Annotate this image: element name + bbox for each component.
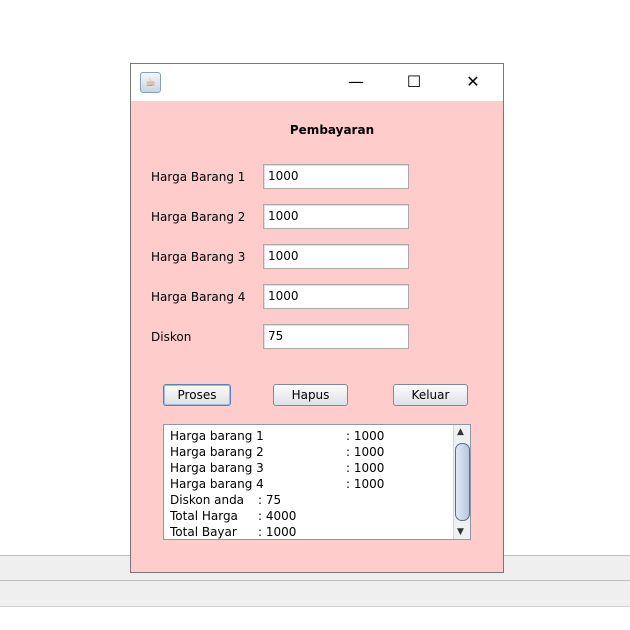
vertical-scrollbar[interactable]: ▲ ▼ — [453, 425, 470, 539]
result-label: Diskon anda — [170, 493, 245, 507]
hapus-button[interactable]: Hapus — [273, 384, 348, 406]
result-value: : 4000 — [258, 509, 297, 523]
close-button[interactable]: ✕ — [458, 70, 488, 94]
diskon-input[interactable]: 75 — [263, 324, 409, 349]
result-line: Total Harga : 4000 — [170, 509, 296, 523]
scrollbar-thumb[interactable] — [455, 443, 470, 521]
maximize-button[interactable]: ☐ — [399, 70, 429, 94]
result-label: Total Bayar — [170, 525, 237, 539]
harga-barang-1-input[interactable]: 1000 — [263, 164, 409, 189]
result-label: Harga barang 2 — [170, 445, 264, 459]
result-value: : 1000 — [346, 461, 385, 475]
result-line: Harga barang 3 : 1000 — [170, 461, 384, 475]
harga-barang-2-input[interactable]: 1000 — [263, 204, 409, 229]
result-line: Total Bayar : 1000 — [170, 525, 296, 539]
field-label: Harga Barang 4 — [151, 290, 246, 304]
field-label: Harga Barang 3 — [151, 250, 246, 264]
result-label: Harga barang 3 — [170, 461, 264, 475]
background-panel-bar — [0, 580, 630, 607]
result-label: Harga barang 1 — [170, 429, 264, 443]
result-line: Harga barang 2 : 1000 — [170, 445, 384, 459]
result-line: Diskon anda : 75 — [170, 493, 281, 507]
result-value: : 75 — [258, 493, 282, 507]
result-value: : 1000 — [346, 429, 385, 443]
result-line: Harga barang 1 : 1000 — [170, 429, 384, 443]
result-textarea[interactable]: Harga barang 1 : 1000 Harga barang 2 : 100… — [163, 424, 471, 540]
page-title: Pembayaran — [289, 123, 375, 137]
result-value: : 1000 — [258, 525, 297, 539]
scroll-up-arrow-icon[interactable]: ▲ — [457, 427, 464, 437]
harga-barang-4-input[interactable]: 1000 — [263, 284, 409, 309]
proses-button[interactable]: Proses — [163, 384, 231, 406]
scroll-down-arrow-icon[interactable]: ▼ — [457, 527, 464, 537]
result-value: : 1000 — [346, 445, 385, 459]
payment-window: ☕ — ☐ ✕ Pembayaran Harga Barang 1 1000 H… — [130, 63, 504, 573]
result-label: Harga barang 4 — [170, 477, 264, 491]
field-label: Harga Barang 2 — [151, 210, 246, 224]
result-line: Harga barang 4 : 1000 — [170, 477, 384, 491]
result-label: Total Harga — [170, 509, 238, 523]
result-value: : 1000 — [346, 477, 385, 491]
java-cup-icon: ☕ — [140, 72, 161, 93]
minimize-button[interactable]: — — [341, 70, 371, 94]
field-label: Diskon — [151, 330, 192, 344]
keluar-button[interactable]: Keluar — [393, 384, 468, 406]
field-label: Harga Barang 1 — [151, 170, 246, 184]
title-bar[interactable]: ☕ — ☐ ✕ — [131, 64, 503, 101]
harga-barang-3-input[interactable]: 1000 — [263, 244, 409, 269]
